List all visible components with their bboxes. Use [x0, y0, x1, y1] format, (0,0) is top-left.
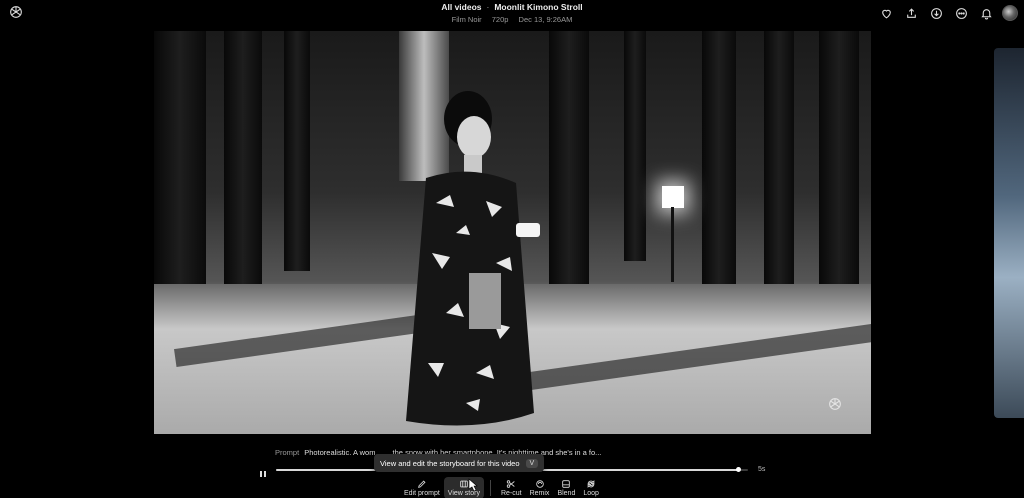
tree-trunk — [819, 31, 859, 311]
tree-trunk — [624, 31, 646, 261]
prompt-label: Prompt — [275, 448, 300, 457]
recut-button[interactable]: Re-cut — [497, 477, 526, 498]
remix-label: Remix — [529, 490, 550, 497]
loop-icon — [587, 480, 595, 488]
woman-in-kimono — [406, 91, 540, 426]
bottom-toolbar: Edit prompt View story Re-cut Remix Blen… — [400, 477, 603, 498]
scissors-icon — [507, 480, 515, 488]
tree-trunk — [284, 31, 310, 271]
blend-label: Blend — [557, 490, 576, 497]
resolution-tag: 720p — [491, 15, 509, 24]
recut-label: Re-cut — [500, 490, 522, 497]
notifications-bell-icon[interactable] — [977, 4, 995, 22]
user-avatar[interactable] — [1002, 5, 1018, 21]
tree-trunk — [224, 31, 262, 291]
style-tag: Film Noir — [451, 15, 482, 24]
download-icon[interactable] — [927, 4, 945, 22]
loop-button[interactable]: Loop — [579, 477, 603, 498]
tooltip-shortcut: V — [525, 458, 539, 468]
video-player[interactable] — [154, 31, 871, 434]
blend-button[interactable]: Blend — [553, 477, 579, 498]
top-bar: All videos · Moonlit Kimono Stroll Film No… — [0, 0, 1024, 28]
top-actions — [877, 4, 1018, 22]
lantern-light — [662, 186, 684, 208]
progress-scrubber[interactable] — [736, 467, 742, 472]
next-video-thumbnail[interactable] — [994, 48, 1024, 418]
tooltip-text: View and edit the storyboard for this vi… — [380, 458, 520, 468]
duration-label: 5s — [758, 466, 766, 473]
lantern-post — [671, 207, 674, 282]
tree-trunk — [764, 31, 794, 301]
loop-label: Loop — [583, 490, 599, 497]
edit-prompt-button[interactable]: Edit prompt — [400, 477, 444, 498]
video-title: Moonlit Kimono Stroll — [494, 2, 583, 12]
favorite-heart-icon[interactable] — [877, 4, 895, 22]
storyboard-tooltip: View and edit the storyboard for this vi… — [374, 454, 545, 472]
remix-button[interactable]: Remix — [526, 477, 554, 498]
more-options-icon[interactable] — [952, 4, 970, 22]
blend-icon — [562, 480, 571, 488]
title-block: All videos · Moonlit Kimono Stroll Film No… — [0, 2, 1024, 25]
share-upload-icon[interactable] — [902, 4, 920, 22]
breadcrumb-separator: · — [486, 2, 490, 12]
date-tag: Dec 13, 9:26AM — [518, 15, 573, 24]
mouse-pointer-icon — [468, 478, 478, 492]
breadcrumb-all-videos[interactable]: All videos — [441, 2, 481, 12]
pause-icon[interactable] — [258, 466, 268, 477]
edit-prompt-label: Edit prompt — [404, 490, 440, 497]
video-meta: Film Noir 720p Dec 13, 9:26AM — [0, 14, 1024, 25]
openai-watermark-icon — [827, 396, 843, 412]
remix-icon — [535, 480, 544, 488]
pencil-icon — [417, 480, 426, 488]
toolbar-divider — [489, 480, 491, 496]
